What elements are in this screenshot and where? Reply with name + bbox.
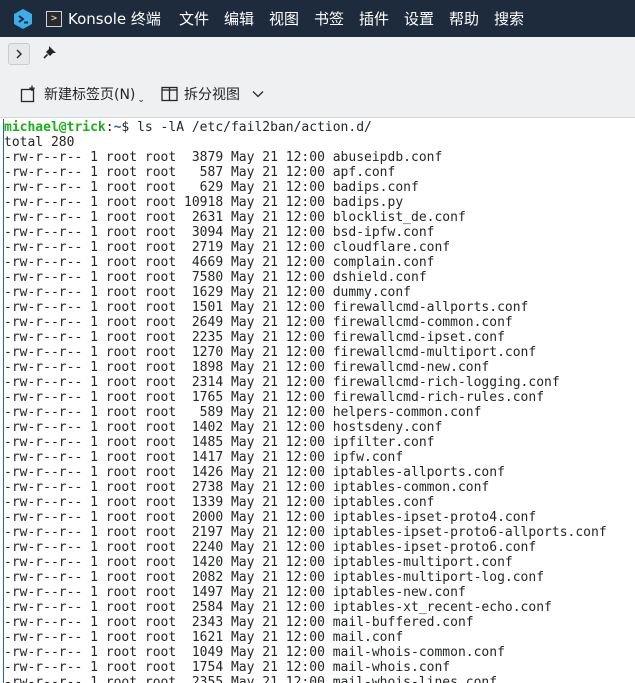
listing-row: -rw-r--r-- 1 root root 2355 May 21 12:00… [4,675,498,683]
listing-row: -rw-r--r-- 1 root root 1754 May 21 12:00… [4,660,451,675]
menu-item[interactable]: 文件 [179,8,209,29]
chevron-right-icon [16,49,22,59]
listing-row: -rw-r--r-- 1 root root 2343 May 21 12:00… [4,615,474,630]
command-text: ls -lA /etc/fail2ban/action.d/ [137,120,372,135]
menu-bar: 文件 编辑 视图 书签 插件 设置 帮助 搜索 [179,8,539,29]
listing-row: -rw-r--r-- 1 root root 2082 May 21 12:00… [4,570,545,585]
listing-row: -rw-r--r-- 1 root root 1898 May 21 12:00… [4,360,490,375]
listing-row: -rw-r--r-- 1 root root 3879 May 21 12:00… [4,150,443,165]
app-name: Konsole 终端 [68,10,161,28]
new-tab-dropdown-icon[interactable]: ⌄ [137,95,145,105]
pin-icon[interactable] [43,45,57,63]
listing-row: -rw-r--r-- 1 root root 1621 May 21 12:00… [4,630,404,645]
prompt-symbol: $ [121,120,138,135]
konsole-icon[interactable] [12,8,34,30]
listing-row: -rw-r--r-- 1 root root 1629 May 21 12:00… [4,285,411,300]
listing-row: -rw-r--r-- 1 root root 2235 May 21 12:00… [4,330,505,345]
split-view-button[interactable]: 拆分视图 [161,84,264,104]
new-tab-button[interactable]: 新建标签页(N) ⌄ [20,84,145,105]
title-bar: > Konsole 终端 文件 编辑 视图 书签 插件 设置 帮助 搜索 [0,0,635,37]
listing-row: -rw-r--r-- 1 root root 2000 May 21 12:00… [4,510,537,525]
listing-row: -rw-r--r-- 1 root root 2584 May 21 12:00… [4,600,552,615]
listing-row: -rw-r--r-- 1 root root 2649 May 21 12:00… [4,315,513,330]
menu-item[interactable]: 书签 [314,8,344,29]
new-tab-icon [20,85,35,103]
text-cursor [3,119,4,683]
total-line: total 280 [4,135,75,150]
terminal-output: michael@trick:~$ ls -lA /etc/fail2ban/ac… [4,120,607,683]
listing-row: -rw-r--r-- 1 root root 3094 May 21 12:00… [4,225,435,240]
menu-item[interactable]: 帮助 [449,8,479,29]
listing-row: -rw-r--r-- 1 root root 7580 May 21 12:00… [4,270,427,285]
split-view-icon [161,86,178,102]
prompt-separator: : [105,120,114,135]
listing-row: -rw-r--r-- 1 root root 1497 May 21 12:00… [4,585,466,600]
new-tab-label: 新建标签页(N) [44,87,136,103]
sidebar-toggle-button[interactable] [8,43,30,65]
listing-row: -rw-r--r-- 1 root root 1049 May 21 12:00… [4,645,505,660]
terminal-view[interactable]: michael@trick:~$ ls -lA /etc/fail2ban/ac… [0,118,635,683]
listing-row: -rw-r--r-- 1 root root 1417 May 21 12:00… [4,450,404,465]
listing-row: -rw-r--r-- 1 root root 10918 May 21 12:0… [4,195,404,210]
tab-strip [0,37,635,71]
chevron-down-icon[interactable] [252,90,264,98]
listing-row: -rw-r--r-- 1 root root 629 May 21 12:00 … [4,180,419,195]
listing-row: -rw-r--r-- 1 root root 1420 May 21 12:00… [4,555,513,570]
terminal-icon: > [46,10,62,27]
prompt-line: michael@trick:~$ ls -lA /etc/fail2ban/ac… [4,120,607,135]
toolbar: 新建标签页(N) ⌄ 拆分视图 [0,71,635,118]
listing-row: -rw-r--r-- 1 root root 2197 May 21 12:00… [4,525,607,540]
listing-row: -rw-r--r-- 1 root root 1270 May 21 12:00… [4,345,537,360]
listing-row: -rw-r--r-- 1 root root 1765 May 21 12:00… [4,390,545,405]
menu-item[interactable]: 视图 [269,8,299,29]
listing-row: -rw-r--r-- 1 root root 1501 May 21 12:00… [4,300,529,315]
prompt-user: michael@trick [4,120,106,135]
listing-row: -rw-r--r-- 1 root root 1426 May 21 12:00… [4,465,505,480]
listing-row: -rw-r--r-- 1 root root 4669 May 21 12:00… [4,255,435,270]
listing-row: -rw-r--r-- 1 root root 1339 May 21 12:00… [4,495,435,510]
menu-item[interactable]: 编辑 [224,8,254,29]
listing-row: -rw-r--r-- 1 root root 589 May 21 12:00 … [4,405,482,420]
listing-row: -rw-r--r-- 1 root root 587 May 21 12:00 … [4,165,396,180]
listing-row: -rw-r--r-- 1 root root 2240 May 21 12:00… [4,540,537,555]
listing-row: -rw-r--r-- 1 root root 2314 May 21 12:00… [4,375,560,390]
menu-item[interactable]: 搜索 [494,8,524,29]
listing-row: -rw-r--r-- 1 root root 1402 May 21 12:00… [4,420,443,435]
listing-row: -rw-r--r-- 1 root root 2738 May 21 12:00… [4,480,490,495]
split-view-label: 拆分视图 [183,87,240,103]
listing-row: -rw-r--r-- 1 root root 2631 May 21 12:00… [4,210,466,225]
listing-row: -rw-r--r-- 1 root root 2719 May 21 12:00… [4,240,451,255]
menu-item[interactable]: 设置 [404,8,434,29]
app-title: > Konsole 终端 [46,8,161,29]
menu-item[interactable]: 插件 [359,8,389,29]
listing-row: -rw-r--r-- 1 root root 1485 May 21 12:00… [4,435,435,450]
